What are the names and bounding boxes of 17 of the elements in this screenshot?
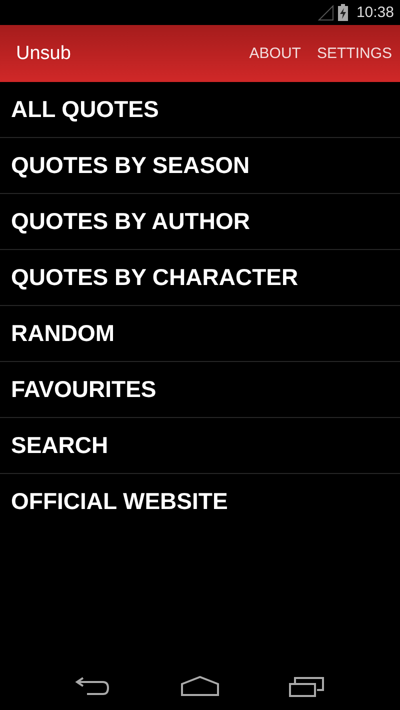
home-icon[interactable]: [181, 676, 219, 696]
menu-item[interactable]: RANDOM: [0, 306, 400, 362]
app-title: Unsub: [16, 42, 72, 64]
menu-item[interactable]: QUOTES BY SEASON: [0, 138, 400, 194]
battery-charging-icon: [338, 4, 348, 21]
action-button[interactable]: ABOUT: [241, 25, 309, 82]
recent-apps-icon[interactable]: [289, 675, 325, 697]
menu-item[interactable]: OFFICIAL WEBSITE: [0, 474, 400, 529]
signal-icon: [318, 4, 334, 20]
menu-item[interactable]: FAVOURITES: [0, 362, 400, 418]
menu-item[interactable]: ALL QUOTES: [0, 82, 400, 138]
status-time: 10:38: [356, 4, 394, 21]
menu-item[interactable]: SEARCH: [0, 418, 400, 474]
menu-item[interactable]: QUOTES BY AUTHOR: [0, 194, 400, 250]
action-button[interactable]: SETTINGS: [308, 25, 400, 82]
back-icon[interactable]: [75, 675, 111, 697]
menu-item[interactable]: QUOTES BY CHARACTER: [0, 250, 400, 306]
